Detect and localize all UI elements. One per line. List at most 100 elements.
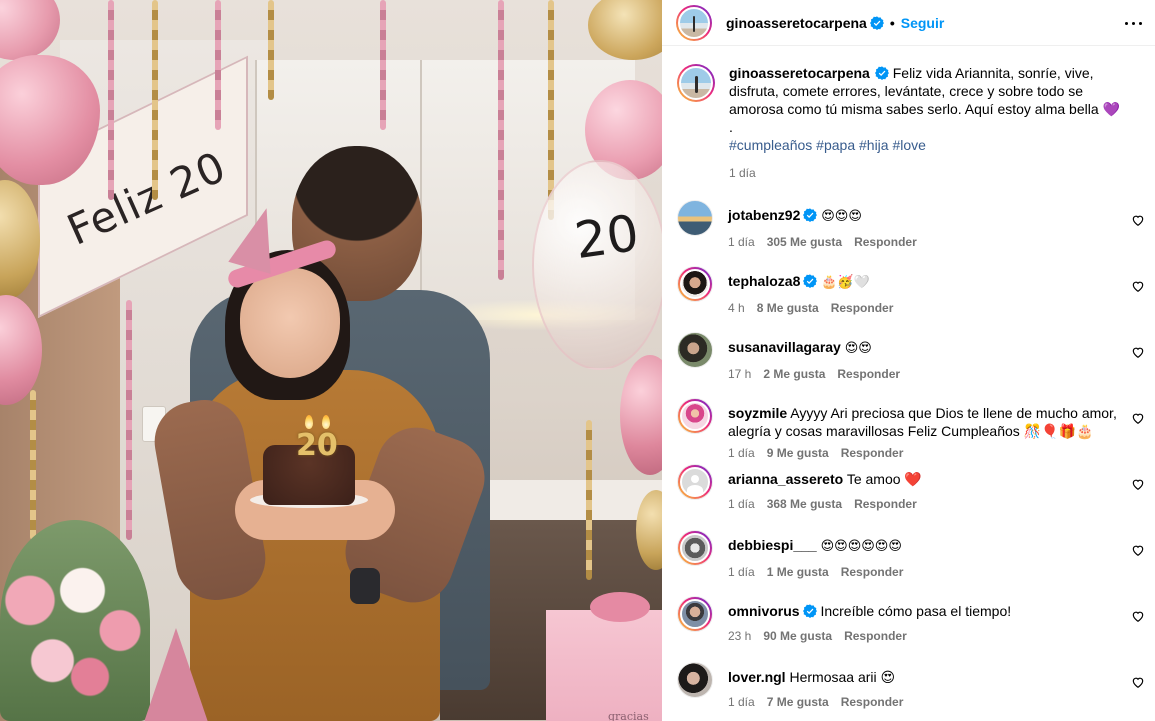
comment-item: omnivorus Increíble cómo pasa el tiempo!… bbox=[662, 592, 1155, 658]
comment-body: lover.ngl Hermosaa arii 😍 1 día 7 Me gus… bbox=[728, 658, 1128, 721]
reply-button[interactable]: Responder bbox=[841, 693, 904, 711]
comment-text: 😍😍😍 bbox=[821, 209, 862, 224]
comment-likes[interactable]: 8 Me gusta bbox=[757, 299, 819, 317]
ribbon bbox=[126, 300, 132, 540]
ribbon bbox=[380, 0, 386, 130]
reply-button[interactable]: Responder bbox=[844, 627, 907, 645]
commenter-username[interactable]: tephaloza8 bbox=[728, 273, 800, 289]
comment-likes[interactable]: 305 Me gusta bbox=[767, 233, 842, 251]
commenter-avatar[interactable] bbox=[677, 464, 713, 500]
comment-likes[interactable]: 368 Me gusta bbox=[767, 495, 842, 513]
verified-badge-icon bbox=[803, 274, 818, 288]
author-avatar[interactable] bbox=[676, 4, 712, 41]
comment-text: Ayyyy Ari preciosa que Dios te llene de … bbox=[728, 405, 1117, 439]
header-separator: • bbox=[889, 14, 895, 31]
comment-time[interactable]: 1 día bbox=[728, 563, 755, 581]
caption-author-avatar[interactable] bbox=[677, 64, 715, 102]
hashtag-link[interactable]: #love bbox=[892, 137, 925, 153]
photo-balloon-text: 20 bbox=[571, 203, 643, 271]
balloon bbox=[0, 0, 60, 60]
comment-item: lover.ngl Hermosaa arii 😍 1 día 7 Me gus… bbox=[662, 658, 1155, 721]
reply-button[interactable]: Responder bbox=[854, 495, 917, 513]
comment-body: susanavillagaray 😍😍 17 h 2 Me gusta Resp… bbox=[728, 328, 1128, 394]
comment-text: 🎂🥳🤍 bbox=[821, 275, 870, 290]
ribbon bbox=[586, 420, 592, 580]
comment-text: Te amoo ❤️ bbox=[846, 471, 922, 487]
photo-flowers bbox=[0, 520, 150, 721]
commenter-avatar[interactable] bbox=[677, 596, 713, 632]
comment-text: 😍😍😍😍😍😍 bbox=[820, 539, 902, 554]
comment-likes[interactable]: 7 Me gusta bbox=[767, 693, 829, 711]
comment-meta: 1 día 7 Me gusta Responder bbox=[728, 693, 1128, 711]
caption-author-username[interactable]: ginoasseretocarpena bbox=[729, 65, 870, 81]
hashtag-link[interactable]: #papa bbox=[816, 137, 855, 153]
commenter-avatar[interactable] bbox=[677, 530, 713, 566]
heart-outline-icon[interactable] bbox=[1131, 411, 1145, 425]
caption-body: ginoasseretocarpena Feliz vida Ariannita… bbox=[729, 64, 1129, 182]
reply-button[interactable]: Responder bbox=[841, 563, 904, 581]
comment-time[interactable]: 23 h bbox=[728, 627, 751, 645]
heart-outline-icon[interactable] bbox=[1131, 675, 1145, 689]
comment-time[interactable]: 17 h bbox=[728, 365, 751, 383]
comment-item: soyzmile Ayyyy Ari preciosa que Dios te … bbox=[662, 394, 1155, 460]
commenter-avatar[interactable] bbox=[677, 398, 713, 434]
comment-meta: 1 día 1 Me gusta Responder bbox=[728, 563, 1128, 581]
heart-outline-icon[interactable] bbox=[1131, 279, 1145, 293]
heart-outline-icon[interactable] bbox=[1131, 543, 1145, 557]
comment-meta: 1 día 368 Me gusta Responder bbox=[728, 495, 1128, 513]
caption-author-avatar-image bbox=[679, 66, 713, 100]
commenter-avatar[interactable] bbox=[677, 332, 713, 368]
comment-item: susanavillagaray 😍😍 17 h 2 Me gusta Resp… bbox=[662, 328, 1155, 394]
verified-badge-icon bbox=[874, 66, 889, 80]
commenter-avatar[interactable] bbox=[677, 662, 713, 698]
comment-meta: 1 día 305 Me gusta Responder bbox=[728, 233, 1128, 251]
comment-likes[interactable]: 90 Me gusta bbox=[763, 627, 832, 645]
comment-body: jotabenz92 😍😍😍 1 día 305 Me gusta Respon… bbox=[728, 196, 1128, 262]
commenter-avatar-image bbox=[680, 467, 710, 497]
verified-badge-icon bbox=[869, 15, 884, 30]
commenter-username[interactable]: susanavillagaray bbox=[728, 339, 841, 355]
comment-body: arianna_assereto Te amoo ❤️ 1 día 368 Me… bbox=[728, 460, 1128, 526]
reply-button[interactable]: Responder bbox=[837, 365, 900, 383]
commenter-avatar[interactable] bbox=[677, 200, 713, 236]
photo-watch bbox=[350, 568, 380, 604]
heart-outline-icon[interactable] bbox=[1131, 609, 1145, 623]
more-options-icon[interactable] bbox=[1123, 13, 1143, 33]
comment-time[interactable]: 1 día bbox=[728, 233, 755, 251]
commenter-username[interactable]: jotabenz92 bbox=[728, 207, 800, 223]
hashtag-link[interactable]: #hija bbox=[859, 137, 889, 153]
author-username[interactable]: ginoasseretocarpena bbox=[726, 15, 867, 31]
candle-flame bbox=[305, 415, 313, 429]
comment-text: Hermosaa arii 😍 bbox=[789, 669, 896, 685]
caption-timestamp[interactable]: 1 día bbox=[729, 164, 1129, 182]
commenter-avatar-image bbox=[680, 533, 710, 563]
comment-meta: 4 h 8 Me gusta Responder bbox=[728, 299, 1128, 317]
commenter-avatar[interactable] bbox=[677, 266, 713, 302]
comment-likes[interactable]: 2 Me gusta bbox=[763, 365, 825, 383]
commenter-username[interactable]: soyzmile bbox=[728, 405, 787, 421]
hashtag-link[interactable]: #cumpleaños bbox=[729, 137, 812, 153]
heart-outline-icon[interactable] bbox=[1131, 213, 1145, 227]
commenter-username[interactable]: lover.ngl bbox=[728, 669, 786, 685]
comment-list: jotabenz92 😍😍😍 1 día 305 Me gusta Respon… bbox=[662, 196, 1155, 721]
ribbon bbox=[268, 0, 274, 100]
comment-likes[interactable]: 1 Me gusta bbox=[767, 563, 829, 581]
comment-time[interactable]: 1 día bbox=[728, 693, 755, 711]
comment-meta: 23 h 90 Me gusta Responder bbox=[728, 627, 1128, 645]
commenter-username[interactable]: arianna_assereto bbox=[728, 471, 843, 487]
commenter-username[interactable]: omnivorus bbox=[728, 603, 800, 619]
heart-outline-icon[interactable] bbox=[1131, 345, 1145, 359]
candle-flame bbox=[322, 415, 330, 429]
photo-gift-bow bbox=[590, 592, 650, 622]
reply-button[interactable]: Responder bbox=[831, 299, 894, 317]
heart-outline-icon[interactable] bbox=[1131, 477, 1145, 491]
post-photo[interactable]: Feliz 20 20 20 gracias bbox=[0, 0, 662, 721]
follow-button[interactable]: Seguir bbox=[901, 15, 945, 31]
comment-time[interactable]: 1 día bbox=[728, 495, 755, 513]
comment-text: Increíble cómo pasa el tiempo! bbox=[820, 603, 1012, 619]
reply-button[interactable]: Responder bbox=[854, 233, 917, 251]
author-avatar-image bbox=[678, 6, 710, 39]
commenter-avatar-image bbox=[680, 401, 710, 431]
commenter-username[interactable]: debbiespi___ bbox=[728, 537, 817, 553]
comment-time[interactable]: 4 h bbox=[728, 299, 745, 317]
